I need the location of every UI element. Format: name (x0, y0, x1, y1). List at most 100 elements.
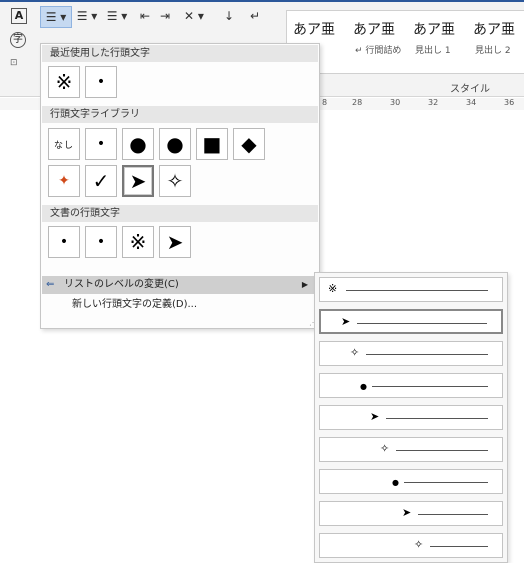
bullet-tile-circle[interactable]: ● (122, 128, 154, 160)
list-level-3[interactable]: ✧ (319, 341, 503, 366)
level-line (418, 514, 488, 515)
bullet-tile-reference-mark[interactable]: ※ (122, 226, 154, 258)
style-heading-2[interactable]: あア亜 見出し 2 (467, 11, 524, 59)
bullet-tile-small-dot[interactable]: • (85, 128, 117, 160)
bullet-library-header: 行頭文字ライブラリ (42, 106, 318, 123)
list-level-1[interactable]: ※ (319, 277, 503, 302)
level-line (366, 354, 488, 355)
level-line (396, 450, 488, 451)
list-level-2[interactable]: ➤ (319, 309, 503, 334)
numbering-button[interactable]: ☰ ▾ (74, 6, 100, 26)
bullet-tile-reference-mark[interactable]: ※ (48, 66, 80, 98)
ruler-mark: 8 (322, 98, 328, 107)
define-new-bullet-label: 新しい行頭文字の定義(D)... (72, 299, 198, 310)
show-marks-button[interactable]: ↵ (246, 6, 264, 26)
ruler-mark: 34 (466, 98, 477, 107)
filled-diamond-icon: ◆ (241, 132, 257, 156)
level-line (346, 290, 488, 291)
style-sample: あア亜 (413, 22, 455, 38)
bullet-tile-colorful-star[interactable]: ✦ (48, 165, 80, 197)
level-line (404, 482, 488, 483)
four-point-star-icon: ✧ (414, 538, 424, 551)
document-bullets-header: 文書の行頭文字 (42, 205, 318, 222)
filled-circle-icon: ● (360, 382, 367, 391)
reference-mark-icon: ※ (328, 282, 338, 295)
bullet-tile-arrowhead[interactable]: ➤ (122, 165, 154, 197)
four-point-star-icon: ✧ (350, 346, 360, 359)
ruler-mark: 36 (504, 98, 515, 107)
list-level-9[interactable]: ✧ (319, 533, 503, 558)
bullet-tile-square[interactable]: ■ (196, 128, 228, 160)
bullet-library-menu: 最近使用した行頭文字 ※ • 行頭文字ライブラリ なし • ● ● ■ ◆ ✦ … (40, 43, 320, 329)
bullet-tile-small-dot[interactable]: • (48, 226, 80, 258)
list-level-icon: ⇐ (46, 279, 55, 290)
style-sample: あア亜 (293, 22, 335, 38)
small-dot-icon: • (59, 234, 69, 250)
bullet-tile-none[interactable]: なし (48, 128, 80, 160)
style-label: 見出し 2 (475, 46, 511, 56)
increase-indent-button[interactable]: ⇥ (156, 6, 174, 26)
style-label: ↵ 行間詰め (355, 46, 402, 56)
bullet-tile-circle[interactable]: ● (159, 128, 191, 160)
dialog-launcher-icon[interactable]: ⊡ (10, 58, 18, 68)
styles-group-label: スタイル (450, 84, 490, 95)
sort-button[interactable]: ↓ (220, 6, 238, 26)
list-level-4[interactable]: ● (319, 373, 503, 398)
bullets-button[interactable]: ☰ ▾ (40, 6, 72, 28)
styles-gallery: あア亜 準 あア亜 ↵ 行間詰め あア亜 見出し 1 あア亜 見出し 2 (286, 10, 524, 74)
bullet-tile-small-dot[interactable]: • (85, 226, 117, 258)
character-border-button[interactable]: A (11, 8, 27, 24)
decrease-indent-button[interactable]: ⇤ (136, 6, 154, 26)
define-new-bullet-item[interactable]: 新しい行頭文字の定義(D)... (42, 296, 318, 314)
bullet-tile-diamond[interactable]: ◆ (233, 128, 265, 160)
list-level-7[interactable]: ● (319, 469, 503, 494)
checkmark-icon: ✓ (92, 169, 110, 193)
bullet-tile-checkmark[interactable]: ✓ (85, 165, 117, 197)
submenu-arrow-icon: ▶ (301, 280, 308, 289)
style-sample: あア亜 (473, 22, 515, 38)
filled-circle-icon: ● (392, 478, 399, 487)
filled-circle-icon: ● (129, 132, 147, 156)
arrowhead-icon: ➤ (166, 230, 184, 254)
bullet-tile-arrowhead[interactable]: ➤ (159, 226, 191, 258)
list-level-submenu: ※ ➤ ✧ ● ➤ ✧ ● ➤ ✧ (314, 272, 508, 563)
list-level-5[interactable]: ➤ (319, 405, 503, 430)
list-level-8[interactable]: ➤ (319, 501, 503, 526)
arrowhead-icon: ➤ (402, 506, 412, 519)
ruler-mark: 30 (390, 98, 401, 107)
ribbon-accent-line (0, 0, 524, 2)
ruler-mark: 28 (352, 98, 363, 107)
small-dot-icon: • (96, 136, 106, 152)
reference-mark-icon: ※ (129, 230, 147, 254)
arrowhead-icon: ➤ (341, 315, 351, 328)
change-list-level-item[interactable]: ⇐ リストのレベルの変更(C) ▶ (42, 276, 318, 294)
level-line (372, 386, 488, 387)
level-line (357, 323, 487, 324)
style-no-spacing[interactable]: あア亜 ↵ 行間詰め (347, 11, 405, 59)
arrowhead-icon: ➤ (129, 169, 147, 193)
filled-circle-icon: ● (166, 132, 184, 156)
bullet-tile-four-point-star[interactable]: ✧ (159, 165, 191, 197)
filled-square-icon: ■ (202, 132, 222, 156)
style-sample: あア亜 (353, 22, 395, 38)
text-direction-button[interactable]: ✕ ▾ (180, 6, 208, 26)
level-line (386, 418, 488, 419)
level-line (430, 546, 488, 547)
style-heading-1[interactable]: あア亜 見出し 1 (407, 11, 465, 59)
enclosed-character-button[interactable]: 字 (10, 32, 26, 48)
bullet-tile-small-dot[interactable]: • (85, 66, 117, 98)
arrowhead-icon: ➤ (370, 410, 380, 423)
four-point-star-icon: ✧ (380, 442, 390, 455)
reference-mark-icon: ※ (55, 70, 73, 94)
recent-bullets-header: 最近使用した行頭文字 (42, 45, 318, 62)
multilevel-list-button[interactable]: ☰ ▾ (104, 6, 130, 26)
four-point-star-icon: ✧ (166, 169, 184, 193)
colorful-star-icon: ✦ (58, 173, 70, 189)
none-label: なし (53, 140, 74, 151)
change-list-level-label: リストのレベルの変更(C) (64, 279, 179, 290)
small-dot-icon: • (96, 74, 106, 90)
list-level-6[interactable]: ✧ (319, 437, 503, 462)
style-label: 見出し 1 (415, 46, 451, 56)
ruler-mark: 32 (428, 98, 439, 107)
small-dot-icon: • (96, 234, 106, 250)
